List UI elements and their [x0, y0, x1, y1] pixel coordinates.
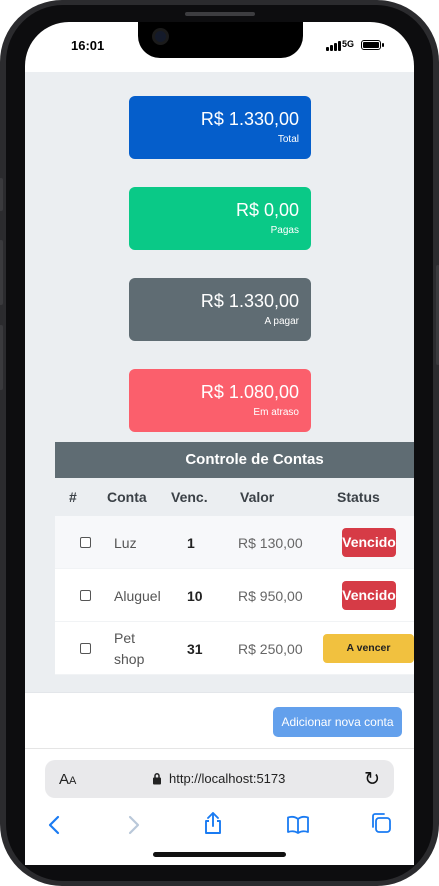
- table-title: Controle de Contas: [55, 442, 414, 478]
- reload-icon[interactable]: ↻: [364, 768, 380, 791]
- status-badge: Vencido: [342, 528, 396, 557]
- browser-toolbar: AA http://localhost:5173 ↻: [25, 748, 414, 865]
- address-bar[interactable]: AA http://localhost:5173 ↻: [45, 760, 394, 798]
- table-row: Luz 1 R$ 130,00 Vencido: [55, 516, 414, 569]
- lock-icon: [153, 773, 161, 785]
- summary-card-total: R$ 1.330,00 Total: [129, 96, 311, 159]
- footer-actions: Adicionar nova conta: [25, 692, 414, 748]
- bookmarks-icon[interactable]: [286, 815, 310, 834]
- summary-card-em-atraso: R$ 1.080,00 Em atraso: [129, 369, 311, 432]
- header-conta: Conta: [107, 489, 147, 505]
- add-account-button[interactable]: Adicionar nova conta: [273, 707, 402, 737]
- camera: [152, 28, 169, 45]
- tabs-icon[interactable]: [370, 812, 392, 834]
- status-badge: A vencer: [323, 634, 414, 663]
- row-venc: 31: [187, 641, 203, 657]
- table-header: # Conta Venc. Valor Status: [55, 478, 414, 516]
- summary-card-a-pagar: R$ 1.330,00 A pagar: [129, 278, 311, 341]
- speaker-grille: [185, 12, 255, 16]
- signal-icon: [326, 41, 341, 51]
- card-amount: R$ 1.080,00: [200, 382, 299, 402]
- url-text: http://localhost:5173: [169, 771, 286, 786]
- summary-card-pagas: R$ 0,00 Pagas: [129, 187, 311, 250]
- forward-icon[interactable]: [127, 815, 141, 835]
- card-amount: R$ 0,00: [235, 200, 299, 220]
- header-status: Status: [337, 489, 380, 505]
- card-amount: R$ 1.330,00: [200, 291, 299, 311]
- back-icon[interactable]: [47, 815, 61, 835]
- card-label: Total: [277, 134, 299, 145]
- row-venc: 1: [187, 535, 195, 551]
- header-valor: Valor: [240, 489, 275, 505]
- row-venc: 10: [187, 588, 203, 604]
- card-amount: R$ 1.330,00: [200, 109, 299, 129]
- status-time: 16:01: [71, 38, 105, 53]
- paid-checkbox[interactable]: [80, 590, 91, 601]
- table-row: Pet shop 31 R$ 250,00 A vencer: [55, 622, 414, 675]
- share-icon[interactable]: [203, 811, 223, 835]
- battery-icon: [361, 40, 384, 50]
- row-conta-line2: shop: [114, 651, 145, 667]
- aa-small: A: [69, 775, 77, 787]
- card-label: A pagar: [264, 316, 299, 327]
- row-conta-line1: Pet: [114, 630, 136, 646]
- volume-down-button: [0, 325, 3, 390]
- table-row: Aluguel 10 R$ 950,00 Vencido: [55, 569, 414, 622]
- row-valor: R$ 250,00: [238, 641, 303, 657]
- aa-large: A: [59, 771, 70, 788]
- paid-checkbox[interactable]: [80, 643, 91, 654]
- status-badge: Vencido: [342, 581, 396, 610]
- header-venc: Venc.: [171, 489, 208, 505]
- header-num: #: [69, 489, 77, 505]
- row-valor: R$ 950,00: [238, 588, 303, 604]
- card-label: Em atraso: [253, 407, 299, 418]
- silent-switch: [0, 178, 3, 211]
- paid-checkbox[interactable]: [80, 537, 91, 548]
- volume-up-button: [0, 240, 3, 305]
- app-content: R$ 1.330,00 Total R$ 0,00 Pagas R$ 1.330…: [25, 72, 414, 692]
- accounts-table: Controle de Contas # Conta Venc. Valor S…: [55, 442, 414, 675]
- network-label: 5G: [342, 39, 355, 49]
- row-conta: Luz: [114, 535, 137, 551]
- text-size-button[interactable]: AA: [59, 771, 76, 788]
- row-conta: Aluguel: [114, 588, 161, 604]
- row-valor: R$ 130,00: [238, 535, 303, 551]
- card-label: Pagas: [270, 225, 299, 236]
- home-indicator: [153, 852, 286, 857]
